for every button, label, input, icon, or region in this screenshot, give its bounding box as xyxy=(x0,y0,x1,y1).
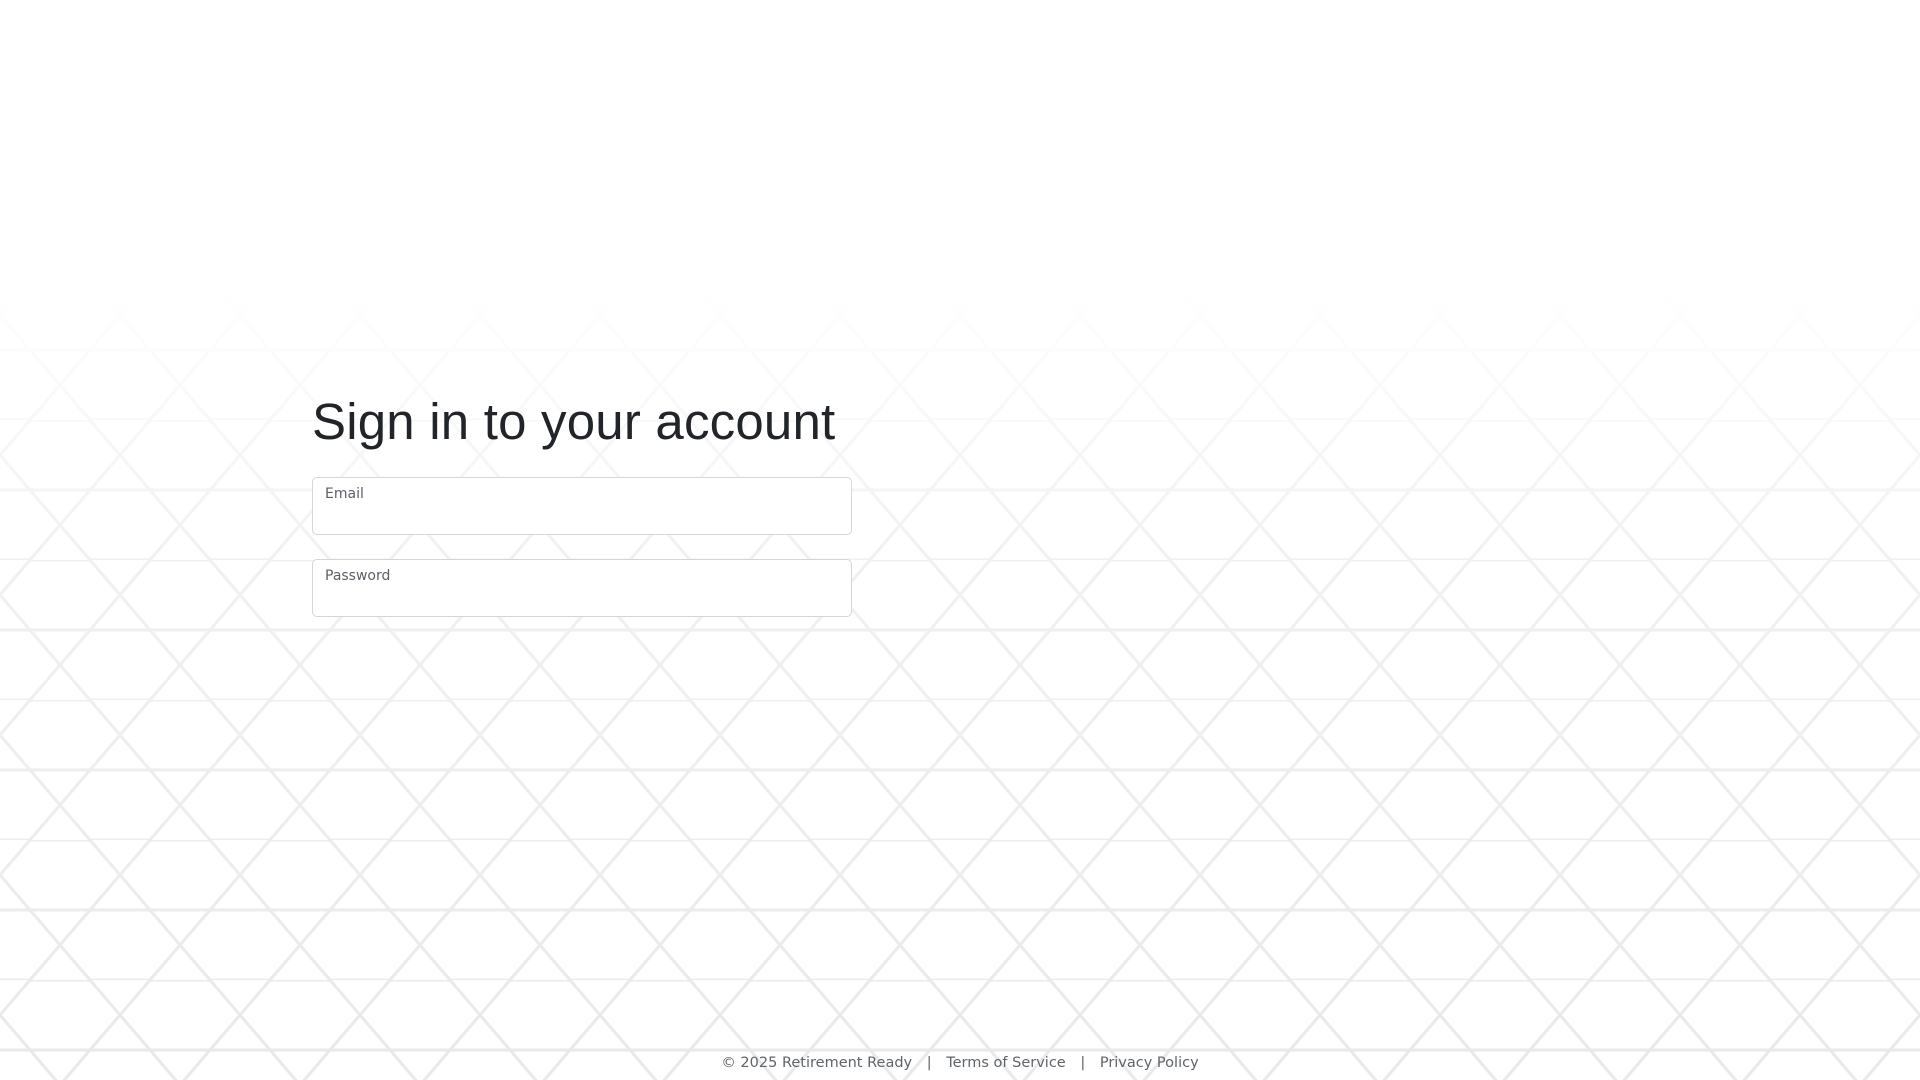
hexagon-background-pattern xyxy=(0,0,1920,1080)
password-field[interactable]: Password xyxy=(312,559,852,617)
password-label: Password xyxy=(325,568,391,584)
signin-form: Sign in to your account Email Password xyxy=(312,388,852,617)
footer-separator: | xyxy=(1080,1055,1086,1071)
email-input[interactable] xyxy=(325,506,839,528)
page-title: Sign in to your account xyxy=(312,393,836,450)
email-field[interactable]: Email xyxy=(312,477,852,535)
password-input[interactable] xyxy=(325,588,839,610)
privacy-policy-link[interactable]: Privacy Policy xyxy=(1100,1055,1199,1071)
copyright-text: © 2025 Retirement Ready xyxy=(721,1055,913,1071)
login-page: Sign in to your account Email Password ©… xyxy=(0,0,1920,1080)
terms-of-service-link[interactable]: Terms of Service xyxy=(946,1055,1065,1071)
footer-separator: | xyxy=(926,1055,932,1071)
email-label: Email xyxy=(325,486,364,502)
footer: © 2025 Retirement Ready | Terms of Servi… xyxy=(0,1055,1920,1071)
